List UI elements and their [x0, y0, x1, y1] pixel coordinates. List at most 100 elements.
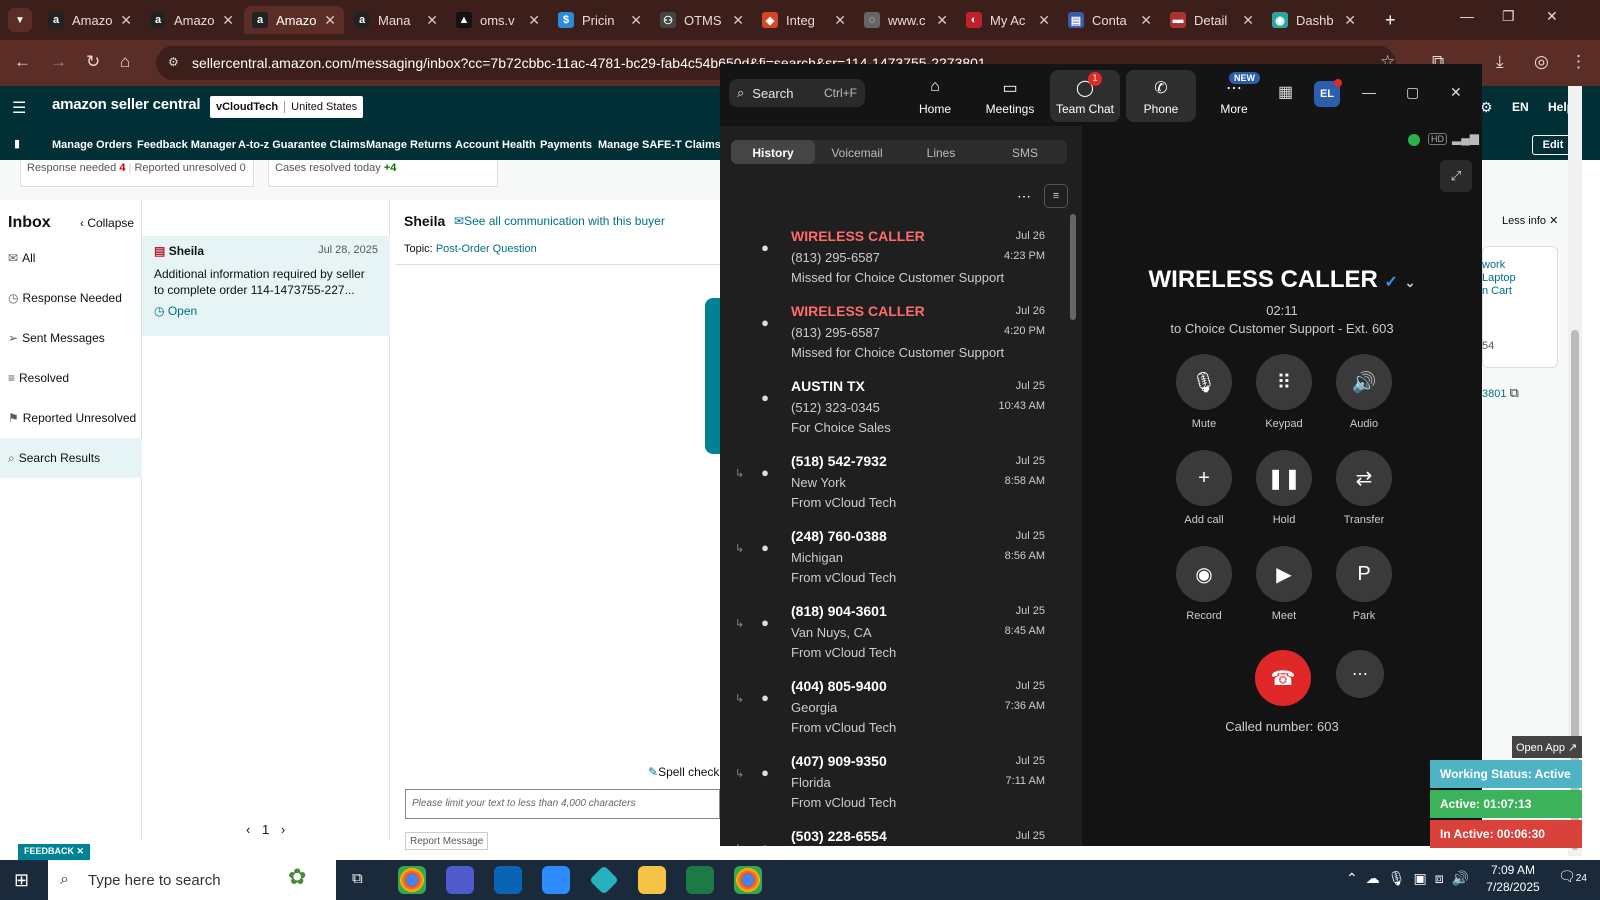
product-title[interactable]: work Laptop n Cart: [1482, 259, 1516, 298]
browser-tab[interactable]: ▬ Detail ✕: [1162, 6, 1262, 34]
nav-link[interactable]: Manage SAFE-T Claims: [598, 139, 721, 151]
call-list-scrollbar[interactable]: [1070, 214, 1076, 320]
close-tab-icon[interactable]: ✕: [1344, 12, 1356, 29]
minimize-window-button[interactable]: —: [1460, 8, 1474, 24]
inbox-filter-item[interactable]: ⚑ Reported Unresolved: [8, 411, 136, 425]
close-tab-icon[interactable]: ✕: [834, 12, 846, 29]
active-caller-name[interactable]: WIRELESS CALLER ✓ ⌄: [1082, 266, 1482, 294]
close-tab-icon[interactable]: ✕: [936, 12, 948, 29]
close-window-button[interactable]: ✕: [1546, 8, 1558, 25]
inbox-filter-item[interactable]: ✉ All: [8, 251, 35, 265]
see-all-communication-link[interactable]: ✉See all communication with this buyer: [454, 214, 665, 228]
restore-window-button[interactable]: ❐: [1502, 8, 1515, 25]
open-app-button[interactable]: Open App ↗: [1512, 736, 1582, 758]
report-message-button[interactable]: Report Message: [405, 832, 489, 850]
zoom-nav-team-chat[interactable]: ◯ Team Chat 1: [1050, 70, 1120, 122]
home-button[interactable]: ⌂: [120, 52, 130, 72]
browser-tab[interactable]: ▤ Conta ✕: [1060, 6, 1160, 34]
nav-link[interactable]: Feedback Manager: [137, 139, 236, 151]
excel-icon[interactable]: [686, 866, 714, 894]
phone-tab-sms[interactable]: SMS: [983, 140, 1067, 164]
close-tab-icon[interactable]: ✕: [528, 12, 540, 29]
nav-link[interactable]: Manage Returns: [366, 139, 452, 151]
zoom-taskbar-icon[interactable]: [542, 866, 570, 894]
zoom-close-button[interactable]: ✕: [1450, 84, 1462, 101]
windows-start-icon[interactable]: ⊞: [14, 870, 29, 891]
call-control-transfer[interactable]: ⇄ Transfer: [1336, 450, 1392, 526]
chrome-icon[interactable]: [398, 866, 426, 894]
end-call-button[interactable]: ☎: [1255, 650, 1311, 706]
inbox-filter-item[interactable]: ⌕ Search Results: [8, 451, 100, 466]
tab-search-button[interactable]: ▼: [8, 8, 32, 32]
nav-link[interactable]: Manage Orders: [52, 139, 132, 151]
call-more-button[interactable]: ⋯: [1336, 650, 1384, 698]
zoom-search-input[interactable]: ⌕ Search Ctrl+F: [729, 79, 865, 107]
browser-tab[interactable]: a Mana ✕: [346, 6, 446, 34]
zoom-minimize-button[interactable]: —: [1362, 84, 1376, 100]
call-history-row[interactable]: ● WIRELESS CALLER (813) 295-6587 Missed for…: [731, 301, 1061, 375]
site-info-icon[interactable]: ⚙: [168, 55, 179, 69]
nav-link[interactable]: A-to-z Guarantee Claims: [238, 139, 366, 151]
copy-icon[interactable]: ⧉: [1510, 385, 1519, 400]
bookmark-icon[interactable]: ▮: [14, 137, 20, 150]
call-history-row[interactable]: ↳ ● (404) 805-9400 Georgia From vCloud Tech J…: [731, 676, 1061, 750]
call-history-row[interactable]: ↳ ● (518) 542-7932 New York From vCloud Tech…: [731, 451, 1061, 525]
calendar-icon[interactable]: ▦: [1278, 82, 1293, 102]
prev-page-button[interactable]: ‹: [246, 822, 250, 837]
call-control-keypad[interactable]: ⠿ Keypad: [1256, 354, 1312, 430]
browser-tab[interactable]: a Amazo ✕: [40, 6, 140, 34]
amazon-logo[interactable]: amazon seller central: [52, 96, 201, 113]
language-selector[interactable]: EN: [1512, 100, 1529, 114]
call-control-meet[interactable]: ▶ Meet: [1256, 546, 1312, 622]
back-button[interactable]: ←: [14, 52, 31, 72]
teams-icon[interactable]: [446, 866, 474, 894]
outlook-icon[interactable]: [494, 866, 522, 894]
new-tab-button[interactable]: +: [1385, 10, 1396, 31]
zoom-nav-more[interactable]: ⋯ More NEW: [1199, 70, 1269, 122]
call-control-park[interactable]: P Park: [1336, 546, 1392, 622]
inbox-filter-item[interactable]: ◷ Response Needed: [8, 291, 122, 305]
close-tab-icon[interactable]: ✕: [426, 12, 438, 29]
system-tray-icons[interactable]: ⌃☁🎙▣⧈🔊: [1346, 870, 1477, 887]
thread-item[interactable]: ▤ Sheila Jul 28, 2025 Additional informa…: [142, 236, 390, 336]
expand-icon[interactable]: ⤢: [1440, 160, 1472, 192]
browser-tab[interactable]: $ Pricin ✕: [550, 6, 650, 34]
call-history-row[interactable]: ● AUSTIN TX (512) 323-0345 For Choice Sales…: [731, 376, 1061, 450]
collapse-button[interactable]: ‹ Collapse: [80, 216, 134, 230]
taskbar-clock[interactable]: 7:09 AM 7/28/2025: [1478, 862, 1548, 896]
close-tab-icon[interactable]: ✕: [120, 12, 132, 29]
zoom-nav-phone[interactable]: ✆ Phone: [1126, 70, 1196, 122]
phone-tab-history[interactable]: History: [731, 140, 815, 164]
next-page-button[interactable]: ›: [281, 822, 285, 837]
call-control-mute[interactable]: 🎙 Mute: [1176, 354, 1232, 430]
browser-tab[interactable]: a Amazo ✕: [244, 6, 344, 34]
topic-value[interactable]: Post-Order Question: [436, 243, 537, 255]
download-icon[interactable]: ⤓: [1496, 52, 1504, 72]
browser-tab[interactable]: a Amazo ✕: [142, 6, 242, 34]
phone-tab-lines[interactable]: Lines: [899, 140, 983, 164]
browser-tab[interactable]: ▲ oms.v ✕: [448, 6, 548, 34]
call-control-add-call[interactable]: + Add call: [1176, 450, 1232, 526]
call-history-row[interactable]: ● WIRELESS CALLER (813) 295-6587 Missed for…: [731, 226, 1061, 300]
call-history-row[interactable]: ↳ ● (407) 909-9350 Florida From vCloud Tech J…: [731, 751, 1061, 825]
order-id-link[interactable]: 3801 ⧉: [1482, 385, 1519, 401]
call-control-hold[interactable]: ❚❚ Hold: [1256, 450, 1312, 526]
chevron-down-icon[interactable]: ⌄: [1405, 275, 1416, 290]
reply-textarea[interactable]: Please limit your text to less than 4,00…: [405, 789, 720, 819]
profile-icon[interactable]: ◎: [1534, 52, 1549, 72]
forward-button[interactable]: →: [50, 52, 67, 72]
inbox-filter-item[interactable]: ≡ Resolved: [8, 371, 69, 385]
close-tab-icon[interactable]: ✕: [1038, 12, 1050, 29]
more-options-icon[interactable]: ⋯: [1017, 188, 1031, 205]
close-tab-icon[interactable]: ✕: [630, 12, 642, 29]
close-tab-icon[interactable]: ✕: [1242, 12, 1254, 29]
call-control-audio[interactable]: 🔊 Audio: [1336, 354, 1392, 430]
phone-tab-voicemail[interactable]: Voicemail: [815, 140, 899, 164]
browser-menu-icon[interactable]: ⋮: [1570, 52, 1587, 72]
zoom-nav-meetings[interactable]: ▭ Meetings: [975, 70, 1045, 122]
filter-icon[interactable]: ≡: [1044, 184, 1068, 208]
browser-tab[interactable]: ◌ www.c ✕: [856, 6, 956, 34]
close-tab-icon[interactable]: ✕: [1140, 12, 1152, 29]
browser-tab[interactable]: ⚇ OTMS ✕: [652, 6, 752, 34]
feedback-button[interactable]: FEEDBACK ✕: [18, 844, 91, 860]
